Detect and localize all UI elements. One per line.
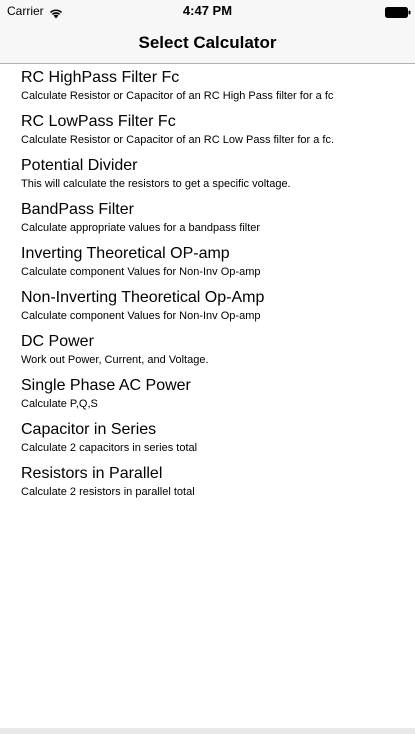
list-item-resistors-in-parallel[interactable]: Resistors in Parallel Calculate 2 resist… [0, 460, 415, 504]
status-bar: Carrier 4:47 PM [0, 0, 415, 22]
item-subtitle: Work out Power, Current, and Voltage. [21, 354, 209, 366]
page-title: Select Calculator [138, 33, 277, 52]
item-title: Non-Inverting Theoretical Op-Amp [21, 289, 265, 306]
list-item-single-phase-ac-power[interactable]: Single Phase AC Power Calculate P,Q,S [0, 372, 415, 416]
item-subtitle: Calculate component Values for Non-Inv O… [21, 310, 261, 322]
item-title: RC LowPass Filter Fc [21, 113, 176, 130]
item-title: Potential Divider [21, 157, 138, 174]
item-title: Inverting Theoretical OP-amp [21, 245, 230, 262]
calculator-list: RC HighPass Filter Fc Calculate Resistor… [0, 64, 415, 504]
item-title: Capacitor in Series [21, 421, 157, 438]
item-title: BandPass Filter [21, 201, 134, 218]
list-item-dc-power[interactable]: DC Power Work out Power, Current, and Vo… [0, 328, 415, 372]
item-subtitle: Calculate P,Q,S [21, 398, 98, 410]
battery-icon [385, 5, 411, 18]
list-item-rc-lowpass[interactable]: RC LowPass Filter Fc Calculate Resistor … [0, 108, 415, 152]
list-item-bandpass-filter[interactable]: BandPass Filter Calculate appropriate va… [0, 196, 415, 240]
item-subtitle: Calculate component Values for Non-Inv O… [21, 266, 261, 278]
list-item-inverting-opamp[interactable]: Inverting Theoretical OP-amp Calculate c… [0, 240, 415, 284]
item-title: Resistors in Parallel [21, 465, 163, 482]
item-subtitle: Calculate 2 resistors in parallel total [21, 486, 195, 498]
navigation-bar: Select Calculator [0, 22, 415, 64]
list-item-potential-divider[interactable]: Potential Divider This will calculate th… [0, 152, 415, 196]
item-title: RC HighPass Filter Fc [21, 69, 180, 86]
item-title: DC Power [21, 333, 94, 350]
item-subtitle: Calculate Resistor or Capacitor of an RC… [21, 90, 334, 102]
item-subtitle: Calculate appropriate values for a bandp… [21, 222, 261, 234]
bottom-divider [0, 728, 415, 734]
item-subtitle: Calculate 2 capacitors in series total [21, 442, 198, 454]
list-item-rc-highpass[interactable]: RC HighPass Filter Fc Calculate Resistor… [0, 64, 415, 108]
list-item-non-inverting-opamp[interactable]: Non-Inverting Theoretical Op-Amp Calcula… [0, 284, 415, 328]
item-subtitle: Calculate Resistor or Capacitor of an RC… [21, 134, 335, 146]
list-item-capacitor-in-series[interactable]: Capacitor in Series Calculate 2 capacito… [0, 416, 415, 460]
item-subtitle: This will calculate the resistors to get… [21, 178, 291, 190]
item-title: Single Phase AC Power [21, 377, 191, 394]
status-time: 4:47 PM [182, 3, 233, 18]
